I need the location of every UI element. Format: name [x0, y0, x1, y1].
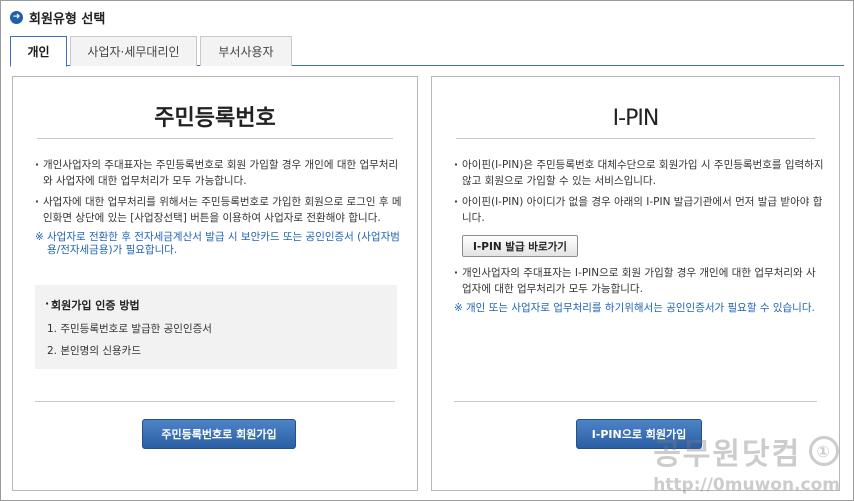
notice-body: 사업자로 전환한 후 전자세금계산서 발급 시 보안카드 또는 공인인증서 (사… — [47, 231, 400, 256]
reference-mark: ※ — [454, 302, 463, 314]
notice-text: ※ 사업자로 전환한 후 전자세금계산서 발급 시 보안카드 또는 공인인증서 … — [35, 231, 403, 257]
info-bullet: 개인사업자의 주대표자는 주민등록번호로 회원 가입할 경우 개인에 대한 업무… — [35, 157, 403, 189]
ipin-signup-button[interactable]: I-PIN으로 회원가입 — [576, 419, 702, 449]
page-title-text: 회원유형 선택 — [29, 11, 106, 27]
resident-number-panel: 주민등록번호 개인사업자의 주대표자는 주민등록번호로 회원 가입할 경우 개인… — [12, 76, 418, 491]
ipin-panel: I-PIN 아이핀(I-PIN)은 주민등록번호 대체수단으로 회원가입 시 주… — [431, 76, 840, 491]
member-type-tabs: 개인 사업자·세무대리인 부서사용자 — [10, 36, 844, 67]
divider — [35, 401, 395, 402]
info-bullet: 개인사업자의 주대표자는 I-PIN으로 회원 가입할 경우 개인에 대한 업무… — [454, 265, 825, 297]
ipin-heading: I-PIN — [456, 99, 815, 139]
auth-method-title: 회원가입 인증 방법 — [45, 297, 387, 313]
info-bullet: 아이핀(I-PIN) 아이디가 없을 경우 아래의 I-PIN 발급기관에서 먼… — [454, 194, 825, 226]
resident-number-heading: 주민등록번호 — [37, 99, 393, 139]
info-bullet: 아이핀(I-PIN)은 주민등록번호 대체수단으로 회원가입 시 주민등록번호를… — [454, 157, 825, 189]
tab-business-tax-agent[interactable]: 사업자·세무대리인 — [70, 36, 197, 66]
ipin-issue-shortcut-button[interactable]: I-PIN 발급 바로가기 — [462, 235, 578, 257]
resident-number-signup-button[interactable]: 주민등록번호로 회원가입 — [142, 419, 296, 449]
ipin-info: 아이핀(I-PIN)은 주민등록번호 대체수단으로 회원가입 시 주민등록번호를… — [454, 157, 825, 315]
reference-mark: ※ — [35, 231, 44, 243]
resident-number-info: 개인사업자의 주대표자는 주민등록번호로 회원 가입할 경우 개인에 대한 업무… — [35, 157, 403, 257]
notice-text: ※ 개인 또는 사업자로 업무처리를 하기위해서는 공인인증서가 필요할 수 있… — [454, 302, 825, 315]
auth-method-item: 1. 주민등록번호로 발급한 공인인증서 — [47, 323, 212, 335]
auth-method-box: 회원가입 인증 방법 1. 주민등록번호로 발급한 공인인증서 2. 본인명의 … — [35, 285, 397, 369]
auth-method-item: 2. 본인명의 신용카드 — [47, 345, 141, 357]
arrow-right-circle-icon: ➜ — [10, 10, 23, 24]
page-title: ➜ 회원유형 선택 — [10, 7, 105, 27]
tab-department-user[interactable]: 부서사용자 — [200, 36, 292, 66]
tab-individual[interactable]: 개인 — [10, 36, 67, 67]
notice-body: 개인 또는 사업자로 업무처리를 하기위해서는 공인인증서가 필요할 수 있습니… — [466, 302, 815, 314]
info-bullet: 사업자에 대한 업무처리를 위해서는 주민등록번호로 가입한 회원으로 로그인 … — [35, 194, 403, 226]
divider — [454, 401, 817, 402]
